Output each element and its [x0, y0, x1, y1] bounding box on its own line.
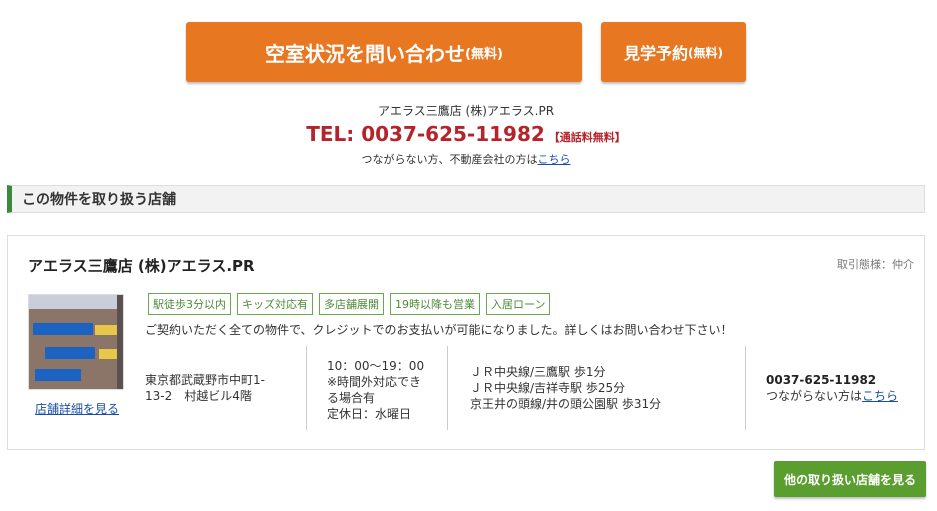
- tour-button-free-label: (無料): [688, 45, 723, 60]
- feature-tag: 駅徒歩3分以内: [148, 293, 231, 315]
- shop-card: アエラス三鷹店 (株)アエラス.PR 取引態様：仲介 店舗詳細を見る 駅徒歩3分…: [7, 235, 925, 450]
- tel-free-note: 【通話料無料】: [548, 131, 626, 144]
- holiday: 定休日：水曜日: [327, 407, 412, 421]
- shop-address: 東京都武蔵野市中町1- 13-2 村越ビル4階: [145, 346, 305, 430]
- station-item: 京王井の頭線/井の頭公園駅 歩31分: [470, 397, 662, 411]
- inquiry-button-label: 空室状況を問い合わせ: [265, 41, 466, 66]
- hours-note-1: ※時間外対応でき: [327, 375, 422, 389]
- station-item: ＪＲ中央線/吉祥寺駅 歩25分: [470, 381, 626, 395]
- shop-photo[interactable]: [28, 294, 124, 390]
- shop-hours: 10：00〜19：00 ※時間外対応でき る場合有 定休日：水曜日: [306, 346, 446, 430]
- noconnect-note: つながらない方、不動産会社の方はこちら: [186, 151, 746, 167]
- feature-tag: 19時以降も営業: [390, 293, 480, 315]
- phone-note-link[interactable]: こちら: [862, 389, 898, 403]
- feature-tag: 入居ローン: [486, 293, 551, 315]
- inquiry-button[interactable]: 空室状況を問い合わせ (無料): [186, 22, 582, 82]
- hours-note-2: る場合有: [327, 391, 376, 405]
- inquiry-button-free-label: (無料): [465, 46, 503, 62]
- section-title: この物件を取り扱う店舗: [22, 192, 176, 208]
- shop-detail-link[interactable]: 店舗詳細を見る: [35, 402, 119, 416]
- contact-shop-name: アエラス三鷹店 (株)アエラス.PR: [377, 104, 555, 118]
- address-line-1: 東京都武蔵野市中町1-: [145, 373, 265, 387]
- shop-name: アエラス三鷹店 (株)アエラス.PR: [28, 257, 255, 275]
- business-hours: 10：00〜19：00: [327, 359, 425, 373]
- feature-tag: 多店舗展開: [319, 293, 384, 315]
- contact-tel: TEL: 0037-625-11982 【通話料無料】: [186, 122, 746, 146]
- tel-number: TEL: 0037-625-11982: [306, 122, 545, 146]
- feature-tags: 駅徒歩3分以内 キッズ対応有 多店舗展開 19時以降も営業 入居ローン: [148, 293, 551, 315]
- shop-stations: ＪＲ中央線/三鷹駅 歩1分 ＪＲ中央線/吉祥寺駅 歩25分 京王井の頭線/井の頭…: [447, 346, 745, 430]
- credit-note: ご契約いただく全ての物件で、クレジットでのお支払いが可能になりました。詳しくはお…: [145, 323, 733, 337]
- tour-reservation-button[interactable]: 見学予約 (無料): [601, 22, 746, 82]
- shop-detail-link-wrap: 店舗詳細を見る: [30, 400, 124, 417]
- shop-phone: 0037-625-11982 つながらない方はこちら: [745, 346, 925, 430]
- tour-button-label: 見学予約: [624, 44, 689, 63]
- address-line-2: 13-2 村越ビル4階: [145, 389, 252, 403]
- phone-note: つながらない方はこちら: [766, 388, 925, 404]
- noconnect-text: つながらない方、不動産会社の方は: [361, 153, 538, 166]
- station-item: ＪＲ中央線/三鷹駅 歩1分: [470, 365, 606, 379]
- transaction-type: 取引態様：仲介: [837, 258, 914, 271]
- section-header: この物件を取り扱う店舗: [7, 185, 925, 213]
- feature-tag: キッズ対応有: [237, 293, 313, 315]
- noconnect-link[interactable]: こちら: [538, 153, 571, 166]
- other-shops-button[interactable]: 他の取り扱い店舗を見る: [774, 461, 926, 497]
- phone-note-text: つながらない方は: [766, 389, 863, 403]
- shop-phone-number: 0037-625-11982: [766, 373, 877, 387]
